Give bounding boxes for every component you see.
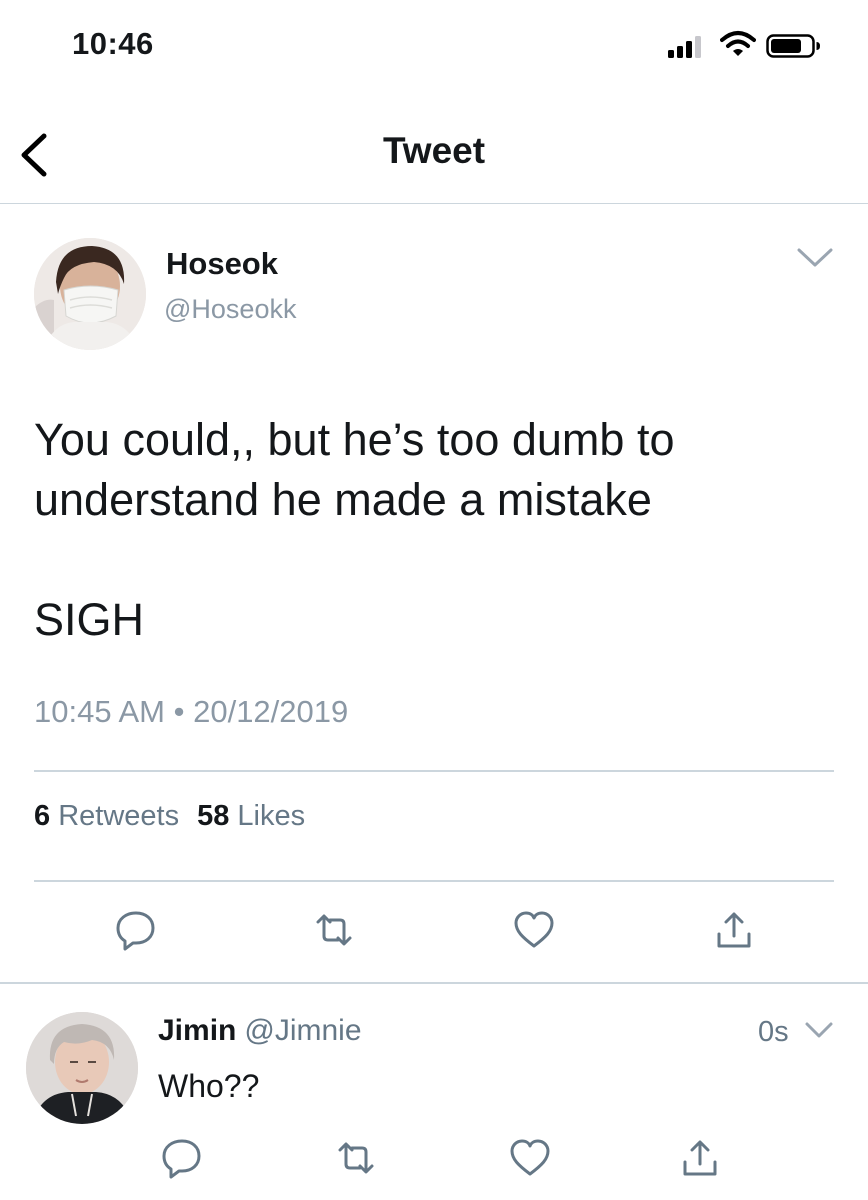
like-icon[interactable]: [508, 1136, 552, 1180]
author-handle[interactable]: @Hoseokk: [164, 294, 296, 325]
status-time: 10:46: [72, 26, 154, 61]
tweet-date: 20/12/2019: [193, 694, 349, 729]
likes-count: 58: [197, 800, 230, 832]
share-icon[interactable]: [678, 1136, 722, 1180]
status-bar: 10:46: [0, 0, 868, 90]
reply-header: Jimin @Jimnie: [158, 1014, 362, 1048]
reply-time: 0s: [758, 1016, 789, 1048]
nav-header: Tweet: [0, 100, 868, 204]
reply-avatar[interactable]: [26, 1012, 138, 1124]
retweet-icon[interactable]: [334, 1136, 378, 1180]
like-icon[interactable]: [512, 908, 556, 952]
reply-author-name[interactable]: Jimin: [158, 1014, 236, 1047]
tweet-timestamp: 10:45 AM • 20/12/2019: [34, 694, 348, 730]
tweet-time: 10:45 AM: [34, 694, 165, 729]
signal-icon: [668, 34, 708, 58]
retweets-label: Retweets: [58, 800, 180, 832]
tweet-actions: [0, 908, 868, 968]
likes-stat[interactable]: 58 Likes: [197, 800, 305, 832]
divider: [34, 770, 834, 772]
author-name[interactable]: Hoseok: [166, 246, 278, 282]
share-icon[interactable]: [712, 908, 756, 952]
battery-icon: [766, 34, 820, 58]
likes-label: Likes: [237, 800, 306, 832]
avatar[interactable]: [34, 238, 146, 350]
chevron-down-icon[interactable]: [796, 246, 834, 270]
divider: [34, 880, 834, 882]
tweet-stats: 6 Retweets 58 Likes: [34, 800, 305, 833]
reply-text: Who??: [158, 1068, 260, 1104]
reply-actions: [0, 1136, 868, 1196]
divider: [0, 982, 868, 984]
tweet-text-line: SIGH: [34, 594, 145, 645]
wifi-icon: [720, 31, 756, 56]
meta-separator: •: [173, 694, 185, 729]
page-title: Tweet: [382, 130, 486, 171]
retweets-count: 6: [34, 800, 51, 832]
retweets-stat[interactable]: 6 Retweets: [34, 800, 179, 832]
chevron-down-icon[interactable]: [804, 1020, 834, 1042]
tweet-text-line: You could,, but he’s too dumb to underst…: [34, 414, 675, 525]
reply-icon[interactable]: [114, 908, 158, 952]
reply-icon[interactable]: [160, 1136, 204, 1180]
reply-author-handle[interactable]: @Jimnie: [244, 1014, 361, 1047]
tweet-text: You could,, but he’s too dumb to underst…: [34, 410, 834, 650]
retweet-icon[interactable]: [312, 908, 356, 952]
